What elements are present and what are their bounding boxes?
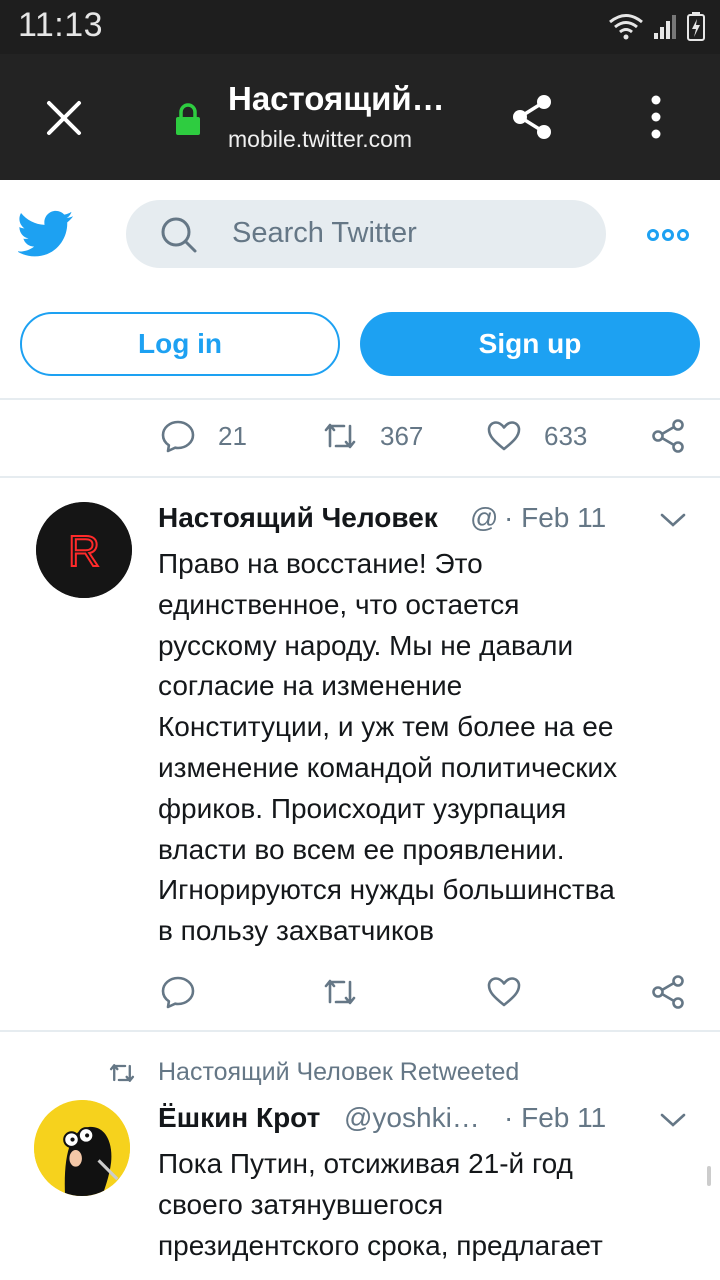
chevron-down-icon[interactable] <box>660 1112 686 1128</box>
tweet-text-line: русскому народу. Мы не давали <box>158 629 574 661</box>
search-icon <box>161 217 197 253</box>
tweet-author-handle[interactable]: @ <box>470 502 498 534</box>
avatar-letter: R <box>68 527 100 576</box>
signup-button[interactable]: Sign up <box>360 312 700 376</box>
twitter-bird-icon[interactable] <box>18 210 74 258</box>
tweet-text-line: президентского срока, предлагает <box>158 1229 603 1261</box>
tweet-text-line: единственное, что остается <box>158 588 520 620</box>
reply-icon <box>161 976 195 1009</box>
reply-button[interactable]: 21 <box>160 406 247 466</box>
tweet-divider <box>0 1030 720 1032</box>
page-url[interactable]: mobile.twitter.com <box>228 126 412 153</box>
retweet-icon <box>109 1063 135 1082</box>
avatar[interactable]: R <box>36 502 132 598</box>
retweeted-by-label: Настоящий Человек Retweeted <box>158 1058 520 1086</box>
tweet-text-line: в пользу захватчиков <box>158 915 434 947</box>
reply-button[interactable] <box>160 962 196 1022</box>
tweet-date[interactable]: · Feb 11 <box>504 502 606 534</box>
custom-tab-toolbar: Настоящий… mobile.twitter.com <box>0 54 720 180</box>
search-box[interactable]: Search Twitter <box>126 200 606 268</box>
wifi-icon <box>609 14 643 40</box>
header-divider <box>0 398 720 400</box>
status-icons <box>608 12 706 42</box>
lock-icon <box>176 103 200 135</box>
reply-icon <box>161 420 195 453</box>
share-tweet-icon <box>652 419 684 453</box>
retweet-count: 367 <box>380 420 424 451</box>
tweet-text: Право на восстание! Это единственное, чт… <box>158 544 698 952</box>
share-tweet-icon <box>652 975 684 1009</box>
tweet-text-line: согласие на изменение <box>158 670 463 702</box>
like-count: 633 <box>544 420 588 451</box>
page-title: Настоящий… <box>228 80 445 117</box>
like-icon <box>487 977 521 1007</box>
tweet-text-line: Пока Путин, отсиживая 21-й год <box>158 1148 573 1179</box>
status-bar: 11:13 <box>0 0 720 54</box>
like-button[interactable]: 633 <box>486 406 587 466</box>
login-button[interactable]: Log in <box>20 312 340 376</box>
tweet-text-line: Игнорируются нужды большинства <box>158 874 615 906</box>
retweet-icon <box>324 979 356 1005</box>
tweet-text-line: изменение командой политических <box>158 751 618 783</box>
status-time: 11:13 <box>18 6 104 44</box>
avatar-image: R <box>36 502 132 598</box>
tweet-actions <box>0 962 720 1022</box>
tweet-text-line: Конституции, и уж тем более на ее <box>158 711 614 743</box>
twitter-header: Search Twitter Log in Sign up <box>0 180 720 400</box>
avatar[interactable] <box>34 1100 130 1196</box>
tweet-text-line: Право на восстание! Это <box>158 548 483 579</box>
tweet-date[interactable]: · Feb 11 <box>504 1102 606 1134</box>
search-placeholder: Search Twitter <box>232 217 417 249</box>
retweet-button[interactable] <box>322 962 358 1022</box>
chevron-down-icon[interactable] <box>660 512 686 528</box>
share-tweet-button[interactable] <box>650 962 686 1022</box>
retweeted-by[interactable]: Настоящий Человек Retweeted <box>108 1058 519 1087</box>
retweet-button[interactable]: 367 <box>322 406 423 466</box>
reply-count: 21 <box>218 420 247 451</box>
tweet-text-line: фриков. Происходит узурпация <box>158 792 567 824</box>
share-icon[interactable] <box>508 92 556 142</box>
tweet-author-name[interactable]: Ёшкин Крот <box>158 1102 320 1134</box>
tweet-divider <box>0 476 720 478</box>
scrollbar[interactable] <box>707 1166 711 1186</box>
signal-icon <box>654 15 676 39</box>
retweet-icon <box>324 423 356 449</box>
prev-tweet-actions: 21 367 633 <box>0 406 720 466</box>
battery-icon <box>687 12 705 41</box>
more-icon[interactable] <box>646 228 690 242</box>
tweet-author-name[interactable]: Настоящий Человек <box>158 502 438 534</box>
share-tweet-button[interactable] <box>650 406 686 466</box>
mole-avatar-image <box>34 1100 130 1196</box>
menu-icon[interactable] <box>648 94 664 140</box>
close-icon[interactable] <box>44 98 84 138</box>
tweet-text-line: своего затянувшегося <box>158 1188 444 1220</box>
like-button[interactable] <box>486 962 522 1022</box>
tweet-text: Пока Путин, отсиживая 21-й год своего за… <box>158 1144 698 1266</box>
like-icon <box>487 421 521 451</box>
tweet-author-handle[interactable]: @yoshki… <box>344 1102 480 1134</box>
tweet-text-line: власти во всем ее проявлении. <box>158 833 565 865</box>
